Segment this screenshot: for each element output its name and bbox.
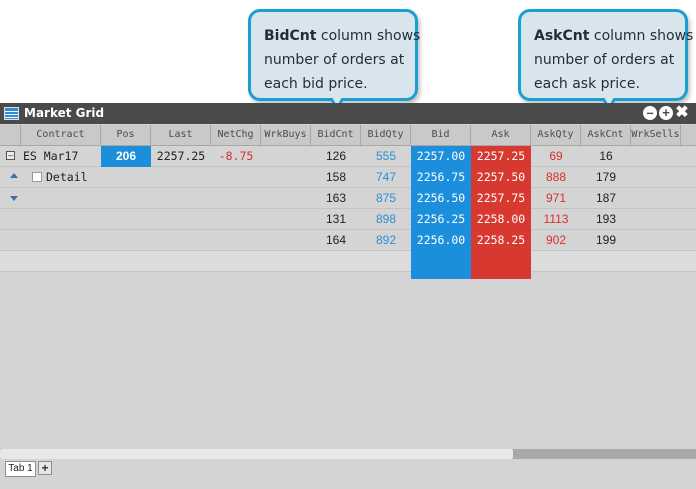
scrollbar-thumb[interactable] [0,449,513,459]
askqty-cell[interactable]: 69 [531,146,581,167]
bidcnt-cell: 126 [325,149,347,163]
header-askqty[interactable]: AskQty [531,125,581,145]
empty-row [0,251,696,272]
ask-price-cell[interactable]: 2257.25 [471,146,531,167]
ask-price-cell[interactable]: 2257.75 [471,188,531,209]
table-row[interactable]: – ES Mar17 206 2257.25 -8.75 126 555 225… [0,146,696,167]
header-netchg[interactable]: NetChg [211,125,261,145]
askcnt-cell: 16 [599,149,613,163]
bidcnt-callout-line3: each bid price. [264,76,368,92]
header-bid[interactable]: Bid [411,125,471,145]
column-header-row: Contract Pos Last NetChg WrkBuys BidCnt … [0,125,696,146]
askcnt-cell: 187 [595,191,617,205]
bid-price-cell[interactable]: 2257.00 [411,146,471,167]
last-price-cell: 2257.25 [156,149,206,163]
ask-price-cell[interactable]: 2258.25 [471,230,531,251]
askcnt-cell: 199 [595,233,617,247]
header-last[interactable]: Last [151,125,211,145]
ask-price-cell[interactable]: 2257.50 [471,167,531,188]
horizontal-scrollbar[interactable] [0,449,696,459]
bidcnt-cell: 131 [325,212,347,226]
header-pos[interactable]: Pos [101,125,151,145]
grid-icon [4,107,19,120]
askcnt-cell: 179 [595,170,617,184]
askcnt-callout-line3: each ask price. [534,76,640,92]
bidcnt-callout-line2: number of orders at [264,52,405,68]
net-change-cell: -8.75 [218,149,254,163]
header-bidcnt[interactable]: BidCnt [311,125,361,145]
askqty-cell[interactable]: 902 [531,230,581,251]
askcnt-callout-line1: AskCnt column shows [534,24,693,48]
ask-empty-cell [471,251,531,272]
askcnt-cell: 193 [595,212,617,226]
bid-price-cell[interactable]: 2256.25 [411,209,471,230]
bid-price-cell[interactable]: 2256.00 [411,230,471,251]
table-row[interactable]: 131 898 2256.25 2258.00 1113 193 [0,209,696,230]
header-ask[interactable]: Ask [471,125,531,145]
askqty-cell[interactable]: 888 [531,167,581,188]
askqty-cell[interactable]: 971 [531,188,581,209]
window-titlebar[interactable]: Market Grid – + ✖ [0,103,696,124]
bidqty-cell[interactable]: 898 [361,209,411,230]
table-row[interactable]: 164 892 2256.00 2258.25 902 199 [0,230,696,251]
header-bidqty[interactable]: BidQty [361,125,411,145]
tab-bar: Tab 1 + [0,459,696,489]
bidqty-cell[interactable]: 555 [361,146,411,167]
askcnt-callout: AskCnt column shows number of orders at … [518,9,693,111]
detail-checkbox[interactable] [32,172,42,182]
askqty-cell[interactable]: 1113 [531,209,581,230]
bidcnt-callout-line1: BidCnt column shows [264,24,420,48]
minimize-button[interactable]: – [643,106,657,120]
scroll-up-arrow-icon[interactable] [10,173,18,178]
tab-1[interactable]: Tab 1 [5,461,36,477]
header-contract[interactable]: Contract [21,125,101,145]
collapse-toggle-icon[interactable]: – [6,151,15,160]
detail-label: Detail [46,170,88,184]
header-expand-column[interactable] [0,125,21,145]
bidqty-cell[interactable]: 892 [361,230,411,251]
close-button[interactable]: ✖ [675,105,689,121]
header-wrkbuys[interactable]: WrkBuys [261,125,311,145]
bid-price-cell[interactable]: 2256.50 [411,188,471,209]
bidqty-cell[interactable]: 747 [361,167,411,188]
bidcnt-callout-text1: column shows [316,28,421,44]
add-button[interactable]: + [659,106,673,120]
bid-empty-cell [411,251,471,272]
table-row[interactable]: Detail 158 747 2256.75 2257.50 888 179 [0,167,696,188]
contract-cell[interactable]: ES Mar17 [21,146,101,167]
askcnt-callout-line2: number of orders at [534,52,675,68]
bidcnt-callout-term: BidCnt [264,28,317,44]
window-title: Market Grid [24,106,105,120]
table-row[interactable]: 163 875 2256.50 2257.75 971 187 [0,188,696,209]
bidcnt-cell: 163 [325,191,347,205]
bid-price-cell[interactable]: 2256.75 [411,167,471,188]
bidcnt-callout: BidCnt column shows number of orders at … [248,9,420,111]
header-askcnt[interactable]: AskCnt [581,125,631,145]
bidcnt-cell: 158 [325,170,347,184]
bidqty-cell[interactable]: 875 [361,188,411,209]
add-tab-button[interactable]: + [38,461,52,475]
ask-price-cell[interactable]: 2258.00 [471,209,531,230]
scroll-down-arrow-icon[interactable] [10,196,18,201]
askcnt-callout-term: AskCnt [534,28,590,44]
market-grid-window: Market Grid – + ✖ Contract Pos Last NetC… [0,103,696,489]
header-wrksells[interactable]: WrkSells [631,125,681,145]
position-cell[interactable]: 206 [101,146,151,167]
bidcnt-cell: 164 [325,233,347,247]
askcnt-callout-text1: column shows [589,28,694,44]
